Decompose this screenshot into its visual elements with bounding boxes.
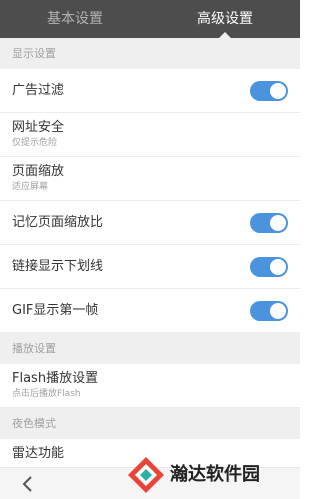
setting-subtitle: 适应屏幕: [12, 182, 49, 192]
setting-title: 记忆页面缩放比: [12, 215, 104, 230]
section-header-display: 显示设置: [0, 38, 300, 69]
watermark-text: 瀚达软件园: [170, 464, 260, 485]
setting-flash-playback[interactable]: Flash播放设置 点击后播放Flash: [0, 364, 300, 408]
setting-title: Flash播放设置: [12, 371, 99, 386]
setting-subtitle: 点击后播放Flash: [12, 389, 81, 399]
setting-page-zoom[interactable]: 页面缩放 适应屏幕: [0, 157, 300, 201]
watermark: 瀚达软件园: [122, 451, 300, 499]
back-arrow-icon[interactable]: [18, 474, 38, 494]
setting-title: 链接显示下划线: [12, 259, 104, 274]
remember-zoom-toggle[interactable]: [250, 213, 288, 233]
setting-title: 雷达功能: [12, 446, 65, 461]
toggle-knob: [270, 215, 286, 231]
settings-list[interactable]: 显示设置 广告过滤 网址安全 仅提示危险 页面缩放 适应屏幕 记忆页面缩放比 链…: [0, 38, 300, 467]
link-underline-toggle[interactable]: [250, 257, 288, 277]
toggle-knob: [270, 259, 286, 275]
gif-first-frame-toggle[interactable]: [250, 301, 288, 321]
watermark-logo-icon: [128, 457, 164, 493]
setting-gif-first-frame[interactable]: GIF显示第一帧: [0, 289, 300, 333]
setting-link-underline[interactable]: 链接显示下划线: [0, 245, 300, 289]
tab-basic-settings[interactable]: 基本设置: [0, 0, 150, 38]
setting-title: 页面缩放: [12, 164, 65, 179]
setting-title: 网址安全: [12, 120, 65, 135]
section-header-playback: 播放设置: [0, 333, 300, 364]
tab-bar: 基本设置 高级设置: [0, 0, 300, 38]
setting-title: 广告过滤: [12, 83, 65, 98]
setting-remember-zoom[interactable]: 记忆页面缩放比: [0, 201, 300, 245]
setting-ad-filter[interactable]: 广告过滤: [0, 69, 300, 113]
setting-title: GIF显示第一帧: [12, 303, 99, 318]
ad-filter-toggle[interactable]: [250, 81, 288, 101]
toggle-knob: [270, 303, 286, 319]
setting-url-security[interactable]: 网址安全 仅提示危险: [0, 113, 300, 157]
section-header-night-mode: 夜色模式: [0, 408, 300, 439]
setting-subtitle: 仅提示危险: [12, 138, 58, 148]
toggle-knob: [270, 83, 286, 99]
